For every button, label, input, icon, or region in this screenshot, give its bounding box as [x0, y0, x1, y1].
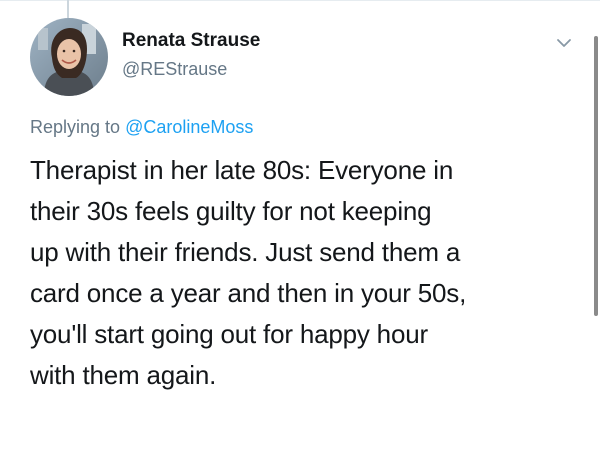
- author-display-name[interactable]: Renata Strause: [122, 29, 260, 53]
- chevron-down-icon[interactable]: [555, 36, 573, 50]
- author-block[interactable]: Renata Strause @REStrause: [122, 29, 260, 81]
- tweet-text-line: with them again.: [30, 360, 217, 390]
- tweet-text-line: card once a year and then in your 50s,: [30, 278, 467, 308]
- tweet-text-line: Therapist in her late 80s: Everyone in: [30, 155, 454, 185]
- tweet-text-line: you'll start going out for happy hour: [30, 319, 428, 349]
- reply-mention-link[interactable]: @CarolineMoss: [125, 117, 253, 137]
- reply-context: Replying to @CarolineMoss: [30, 115, 253, 139]
- tweet-text-line: up with their friends. Just send them a: [30, 237, 461, 267]
- avatar-photo-icon: [30, 18, 108, 96]
- thread-connector-line: [67, 0, 69, 18]
- scrollbar[interactable]: [594, 36, 598, 316]
- tweet-text-line: their 30s feels guilty for not keeping: [30, 196, 432, 226]
- reply-prefix: Replying to: [30, 117, 121, 137]
- tweet-text: Therapist in her late 80s: Everyone in t…: [30, 150, 585, 396]
- top-divider: [0, 0, 600, 1]
- author-handle[interactable]: @REStrause: [122, 57, 260, 81]
- avatar[interactable]: [30, 18, 108, 96]
